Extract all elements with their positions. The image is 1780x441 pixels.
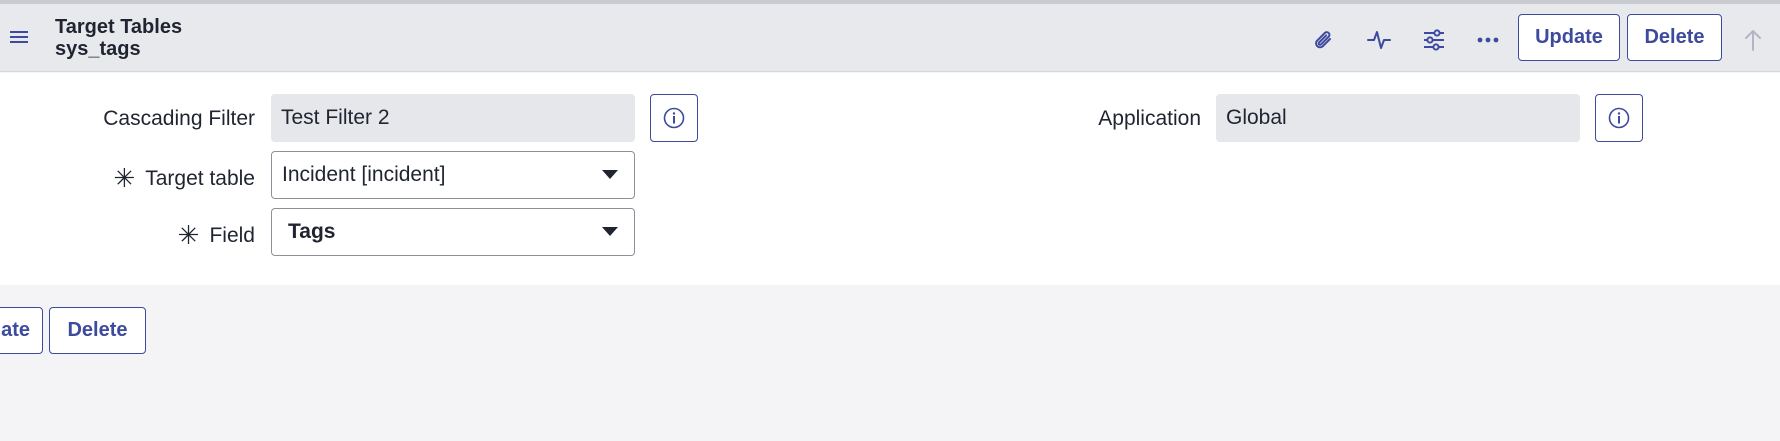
application-label: Application [1098, 107, 1201, 130]
chevron-down-icon [602, 170, 618, 179]
cascading-filter-field[interactable]: Test Filter 2 [271, 94, 635, 142]
title-block: Target Tables sys_tags [55, 16, 182, 60]
application-field[interactable]: Global [1216, 94, 1580, 142]
target-table-select[interactable]: Incident [incident] [271, 151, 635, 199]
more-icon[interactable] [1473, 25, 1503, 55]
target-table-value: Incident [incident] [282, 163, 446, 186]
sliders-icon[interactable] [1419, 25, 1449, 55]
activity-icon[interactable] [1364, 25, 1394, 55]
form-body: Cascading Filter Test Filter 2 ✳ Target t… [0, 73, 1780, 285]
target-table-label-text: Target table [145, 167, 255, 190]
footer-update-button[interactable]: ate [0, 307, 43, 354]
required-icon: ✳ [177, 220, 200, 250]
info-icon[interactable] [650, 94, 698, 142]
field-label-text: Field [209, 224, 255, 247]
menu-icon[interactable] [6, 24, 32, 50]
cascading-filter-label: Cascading Filter [103, 107, 255, 130]
field-label: ✳ Field [178, 220, 255, 251]
arrow-up-icon[interactable] [1738, 25, 1768, 55]
update-button[interactable]: Update [1518, 14, 1620, 61]
form-header: Target Tables sys_tags Update Delete [0, 4, 1780, 72]
page-subtitle: sys_tags [55, 38, 141, 60]
chevron-down-icon [602, 227, 618, 236]
paperclip-icon[interactable] [1309, 25, 1339, 55]
target-table-label: ✳ Target table [113, 163, 255, 194]
page-title: Target Tables [55, 16, 183, 38]
field-value: Tags [288, 220, 336, 243]
required-icon: ✳ [113, 163, 136, 193]
info-icon[interactable] [1595, 94, 1643, 142]
delete-button[interactable]: Delete [1627, 14, 1722, 61]
field-select[interactable]: Tags [271, 208, 635, 256]
footer-delete-button[interactable]: Delete [49, 307, 146, 354]
